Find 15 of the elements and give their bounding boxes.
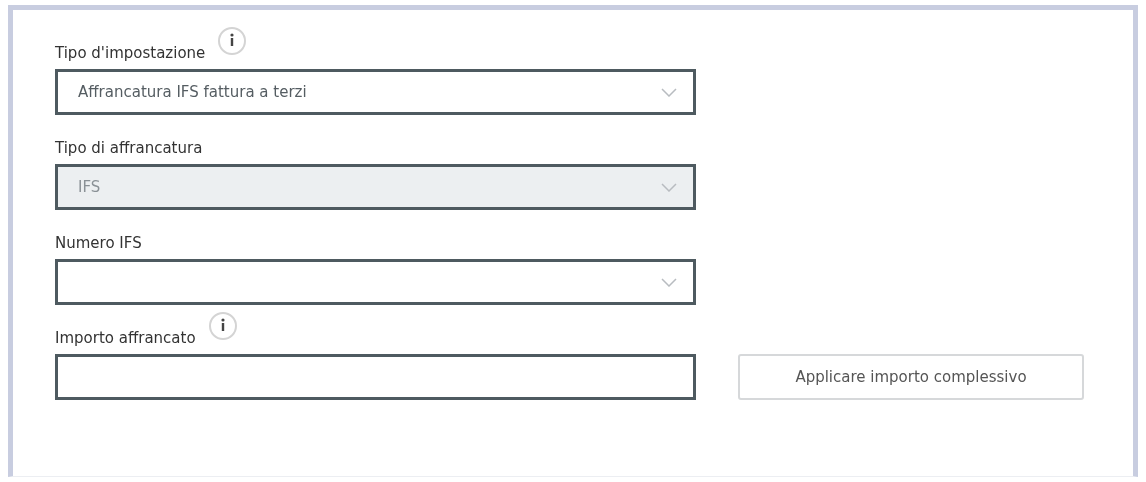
info-icon[interactable] bbox=[207, 311, 238, 341]
chevron-down-icon bbox=[661, 87, 677, 97]
input-field[interactable] bbox=[55, 354, 696, 400]
dropdown-field[interactable]: Affrancatura IFS fattura a terzi bbox=[55, 69, 696, 115]
info-icon[interactable] bbox=[217, 26, 248, 56]
field-label: Numero IFS bbox=[55, 234, 142, 252]
dropdown-field[interactable] bbox=[55, 259, 696, 305]
field-label: Tipo d'impostazione bbox=[55, 44, 206, 62]
dropdown-value: IFS bbox=[78, 178, 101, 196]
chevron-down-icon bbox=[661, 277, 677, 287]
dropdown-value: Affrancatura IFS fattura a terzi bbox=[78, 83, 307, 101]
chevron-down-icon bbox=[661, 182, 677, 192]
field-label: Tipo di affrancatura bbox=[55, 139, 203, 157]
apply-button[interactable]: Applicare importo complessivo bbox=[738, 354, 1084, 400]
field-label: Importo affrancato bbox=[55, 329, 196, 347]
